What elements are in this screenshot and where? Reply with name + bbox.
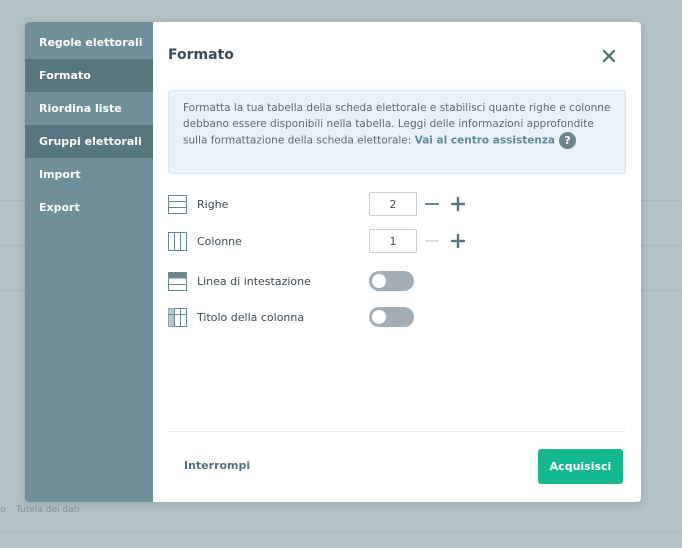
footer-divider	[168, 431, 626, 432]
close-icon[interactable]	[601, 48, 617, 64]
rows-label: Righe	[197, 198, 229, 211]
column-title-setting: Titolo della colonna	[168, 305, 628, 335]
columns-input[interactable]	[369, 229, 417, 253]
columns-setting: Colonne	[168, 229, 628, 259]
background-footer-fragment: o	[0, 505, 6, 515]
sidebar-item-export[interactable]: Export	[25, 191, 153, 224]
table-column-title-icon	[168, 308, 187, 327]
submit-button[interactable]: Acquisisci	[538, 449, 623, 484]
help-icon[interactable]: ?	[559, 132, 577, 149]
sidebar-item-regole-elettorali[interactable]: Regole elettorali	[25, 26, 153, 59]
column-title-toggle[interactable]	[369, 307, 414, 327]
header-line-label: Linea di intestazione	[197, 275, 311, 288]
minus-icon[interactable]	[424, 196, 440, 212]
plus-icon[interactable]	[450, 196, 466, 212]
info-box: Formatta la tua tabella della scheda ele…	[168, 90, 626, 174]
sidebar-item-riordina-liste[interactable]: Riordina liste	[25, 92, 153, 125]
plus-icon[interactable]	[450, 233, 466, 249]
toggle-knob	[372, 274, 386, 288]
sidebar-item-import[interactable]: Import	[25, 158, 153, 191]
format-dialog: Regole elettorali Formato Riordina liste…	[25, 22, 641, 502]
help-center-link[interactable]: Vai al centro assistenza	[415, 135, 555, 147]
toggle-knob	[372, 310, 386, 324]
header-line-setting: Linea di intestazione	[168, 269, 628, 299]
header-line-toggle[interactable]	[369, 271, 414, 291]
sidebar-item-gruppi-elettorali[interactable]: Gruppi elettorali	[25, 125, 153, 158]
settings-sidebar: Regole elettorali Formato Riordina liste…	[25, 22, 153, 502]
dialog-content: Formato Formatta la tua tabella della sc…	[153, 22, 641, 502]
table-columns-icon	[168, 232, 187, 251]
sidebar-item-formato[interactable]: Formato	[25, 59, 153, 92]
column-title-label: Titolo della colonna	[197, 311, 305, 324]
table-rows-icon	[168, 195, 187, 214]
cancel-button[interactable]: Interrompi	[184, 459, 250, 472]
dialog-title: Formato	[168, 47, 234, 63]
columns-label: Colonne	[197, 235, 242, 248]
rows-setting: Righe	[168, 192, 628, 222]
rows-input[interactable]	[369, 192, 417, 216]
background-divider	[0, 532, 682, 533]
table-header-icon	[168, 272, 187, 291]
minus-icon-disabled	[425, 240, 439, 242]
background-footer-link[interactable]: Tutela dei dati	[16, 505, 80, 515]
